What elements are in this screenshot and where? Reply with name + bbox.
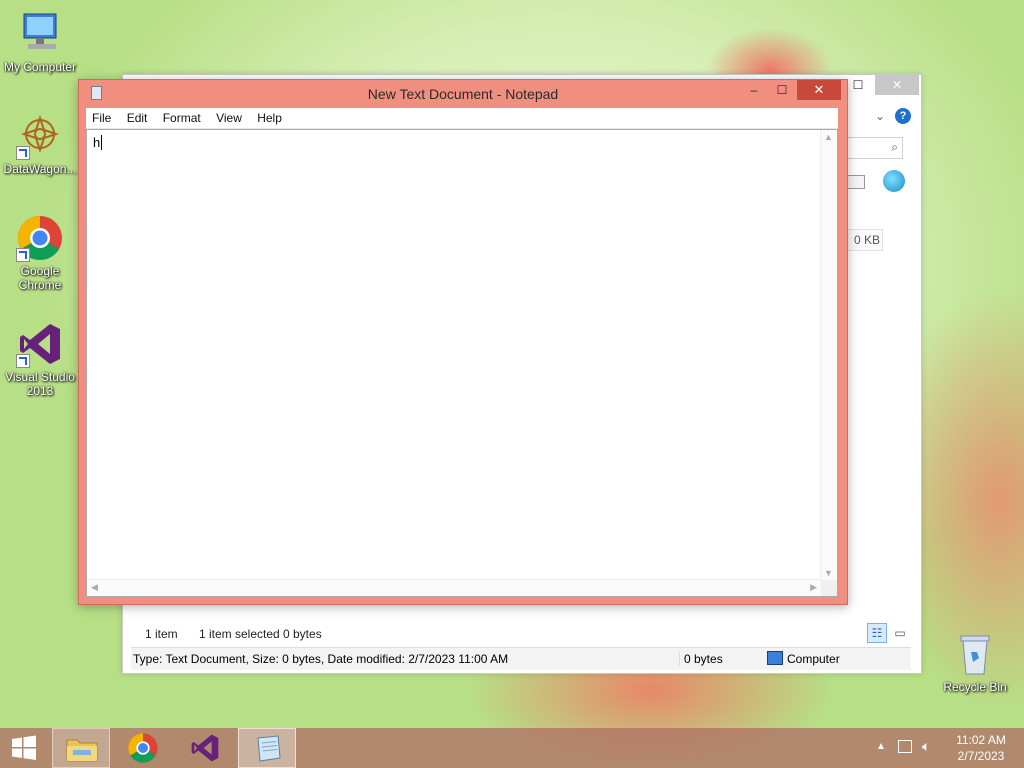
preview-pane-icon[interactable] [847, 175, 865, 189]
menu-bar: File Edit Format View Help [86, 108, 838, 129]
taskbar-chrome-button[interactable] [114, 728, 172, 768]
taskbar: ▲ 🔈︎ 11:02 AM 2/7/2023 [0, 728, 1024, 768]
taskbar-explorer-button[interactable] [52, 728, 110, 768]
explorer-status-bar: 1 item 1 item selected 0 bytes ☷ ▭ [131, 623, 911, 645]
maximize-button[interactable]: ☐ [767, 80, 797, 100]
vertical-scrollbar[interactable]: ▲ ▼ [820, 130, 837, 580]
desktop-icon-label: My Computer [3, 60, 77, 74]
search-box[interactable]: ⌕ [847, 137, 903, 159]
notepad-window[interactable]: New Text Document - Notepad ‒ ☐ ✕ File E… [78, 79, 848, 605]
search-icon: ⌕ [891, 140, 898, 154]
details-location: Computer [787, 652, 840, 666]
recycle-bin-icon [951, 630, 999, 678]
window-title: New Text Document - Notepad [367, 86, 559, 102]
scroll-up-arrow-icon[interactable]: ▲ [824, 132, 833, 142]
desktop-icon-datawagon[interactable]: DataWagon... [0, 112, 80, 176]
horizontal-scrollbar[interactable]: ◀ ▶ [87, 579, 821, 596]
shortcut-arrow-icon [16, 146, 30, 160]
large-icons-view-icon[interactable]: ▭ [891, 624, 909, 642]
taskbar-visual-studio-button[interactable] [176, 728, 234, 768]
size-grip[interactable] [821, 580, 837, 596]
close-button[interactable]: ✕ [875, 75, 919, 95]
selected-count: 1 item selected [199, 627, 280, 641]
show-hidden-icons-icon[interactable]: ▲ [876, 741, 886, 752]
windows-logo-icon [12, 735, 36, 760]
start-button[interactable] [0, 728, 48, 768]
shortcut-arrow-icon [16, 248, 30, 262]
menu-view[interactable]: View [210, 108, 248, 128]
chevron-down-icon[interactable]: ⌄ [875, 109, 885, 123]
shortcut-arrow-icon [16, 354, 30, 368]
visual-studio-icon [16, 320, 64, 368]
volume-icon[interactable]: 🔈︎ [922, 738, 930, 755]
network-icon[interactable] [898, 740, 912, 753]
desktop-icon-label: DataWagon... [3, 162, 77, 176]
globe-icon[interactable] [883, 170, 905, 192]
visual-studio-icon [191, 734, 219, 762]
computer-icon [16, 10, 64, 58]
desktop-icon-label: Recycle Bin [943, 680, 1007, 694]
notepad-icon [257, 735, 281, 762]
computer-small-icon [767, 651, 783, 665]
menu-format[interactable]: Format [157, 108, 207, 128]
file-size-cell: 0 KB [847, 229, 883, 251]
chrome-icon [128, 733, 158, 763]
menu-edit[interactable]: Edit [121, 108, 154, 128]
desktop-icon-chrome[interactable]: Google Chrome [0, 214, 80, 292]
details-size: 0 bytes [679, 652, 723, 666]
folder-icon [66, 739, 98, 762]
details-view-icon[interactable]: ☷ [867, 623, 887, 643]
menu-help[interactable]: Help [251, 108, 288, 128]
menu-file[interactable]: File [86, 108, 117, 128]
clock-time[interactable]: 11:02 AM [950, 733, 1012, 747]
desktop-icon-label: Google Chrome [18, 264, 62, 292]
desktop-icon-visual-studio[interactable]: Visual Studio 2013 [0, 320, 80, 398]
explorer-details-bar: Type: Text Document, Size: 0 bytes, Date… [131, 647, 911, 670]
chrome-icon [16, 214, 64, 262]
file-details-text: Type: Text Document, Size: 0 bytes, Date… [133, 652, 509, 666]
text-editor[interactable]: h ▲ ▼ ◀ ▶ [86, 129, 838, 597]
scroll-left-arrow-icon[interactable]: ◀ [91, 582, 98, 593]
item-count: 1 item [145, 627, 178, 641]
datawagon-icon [16, 112, 64, 160]
desktop-icon-my-computer[interactable]: My Computer [0, 10, 80, 74]
close-button[interactable]: ✕ [797, 80, 841, 100]
clock-date[interactable]: 2/7/2023 [950, 749, 1012, 763]
help-icon[interactable]: ? [895, 108, 911, 124]
editor-content: h [93, 135, 101, 150]
scroll-down-arrow-icon[interactable]: ▼ [824, 568, 833, 578]
minimize-button[interactable]: ‒ [739, 80, 769, 100]
taskbar-notepad-button[interactable] [238, 728, 296, 768]
desktop-icon-label: Visual Studio 2013 [5, 370, 75, 398]
scroll-right-arrow-icon[interactable]: ▶ [810, 582, 817, 593]
desktop-icon-recycle-bin[interactable]: Recycle Bin [935, 630, 1015, 694]
text-cursor [101, 135, 102, 150]
selected-size: 0 bytes [283, 627, 322, 641]
